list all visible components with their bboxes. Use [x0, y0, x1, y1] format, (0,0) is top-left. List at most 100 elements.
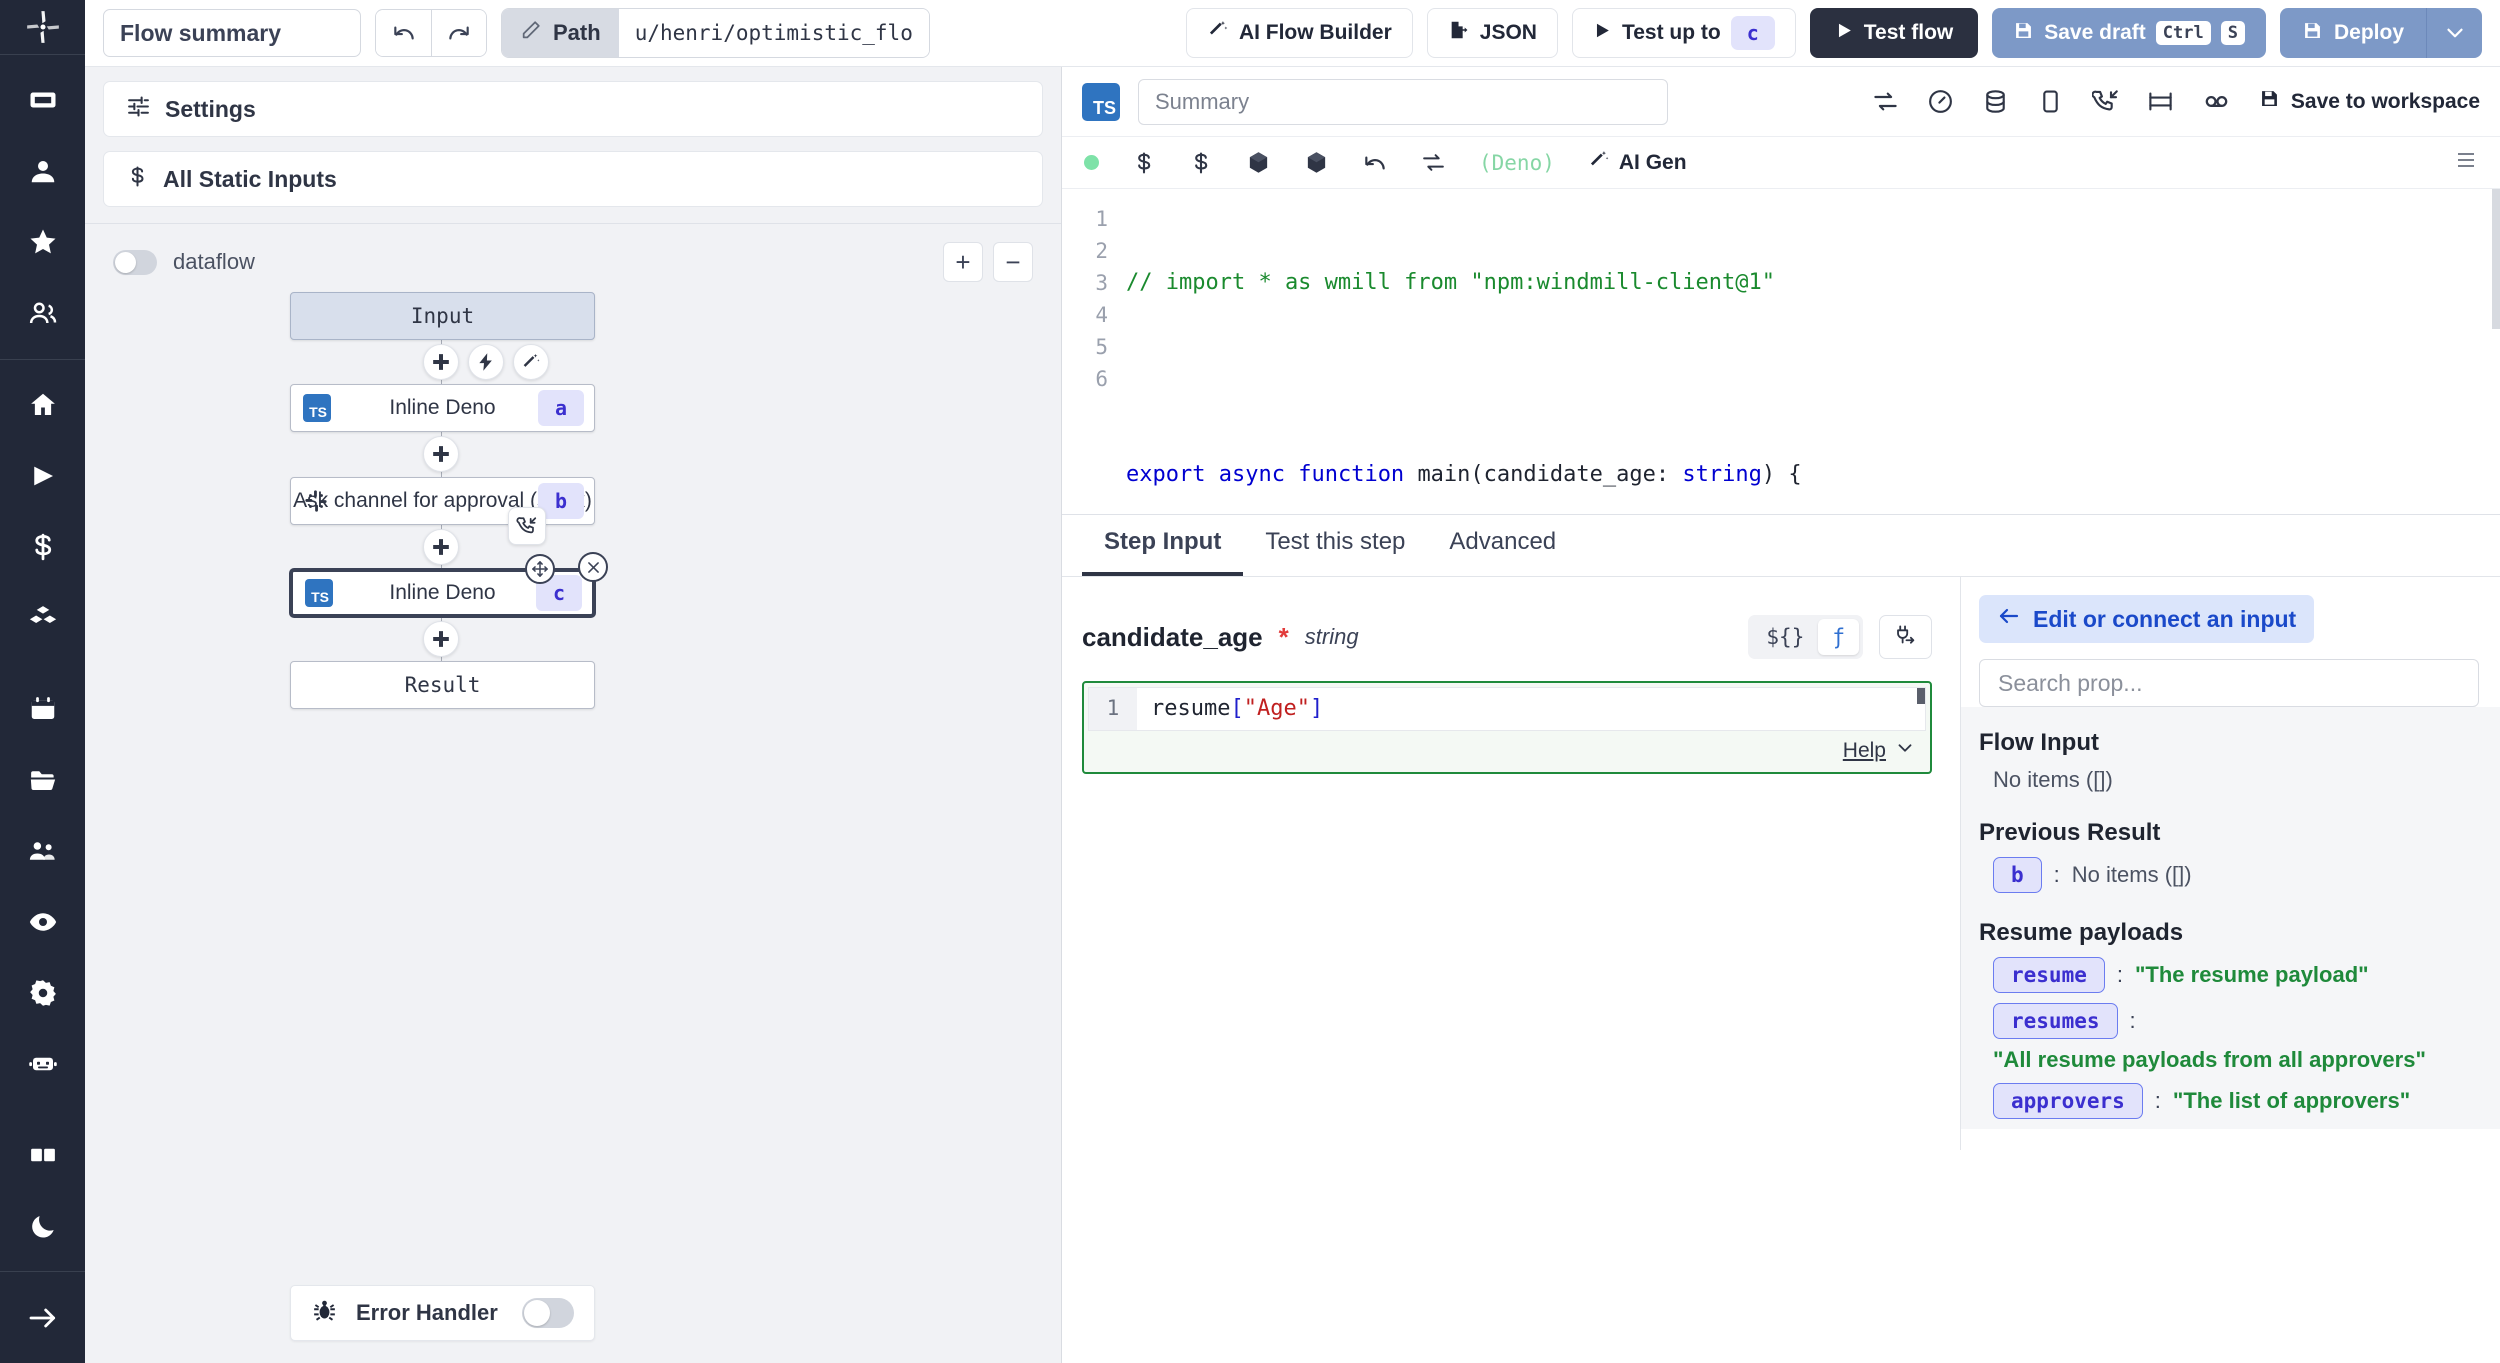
gauge-icon[interactable] — [1927, 88, 1954, 115]
zoom-out-button[interactable]: − — [993, 242, 1033, 282]
ai-add-step-button[interactable] — [513, 344, 549, 380]
zoom-in-button[interactable]: + — [943, 242, 983, 282]
code-content[interactable]: // import * as wmill from "npm:windmill-… — [1120, 189, 2500, 514]
sidebar-item-groups[interactable] — [0, 278, 85, 349]
expression-scrollbar[interactable] — [1917, 688, 1925, 704]
flow-node-input[interactable]: Input — [290, 292, 595, 340]
sidebar-item-user[interactable] — [0, 136, 85, 207]
settings-card[interactable]: Settings — [103, 81, 1043, 137]
flow-node-result[interactable]: Result — [290, 661, 595, 709]
save-to-workspace-button[interactable]: Save to workspace — [2259, 88, 2480, 115]
expression-identifier: resume — [1151, 696, 1230, 721]
runtime-label: (Deno) — [1479, 151, 1555, 175]
prop-pill-resumes[interactable]: resumes — [1993, 1003, 2118, 1039]
add-step-button[interactable] — [423, 621, 459, 657]
error-handler-card[interactable]: Error Handler — [290, 1285, 595, 1341]
code-vertical-scrollbar[interactable] — [2492, 189, 2500, 329]
prop-pill-approvers[interactable]: approvers — [1993, 1083, 2143, 1119]
tab-step-input[interactable]: Step Input — [1082, 528, 1243, 576]
edit-or-connect-input-button[interactable]: Edit or connect an input — [1979, 595, 2314, 643]
flow-node-a[interactable]: TS Inline Deno a — [290, 384, 595, 432]
sidebar-item-variables[interactable] — [0, 511, 85, 582]
ai-gen-button[interactable]: AI Gen — [1588, 149, 1687, 177]
move-node-handle[interactable] — [525, 554, 555, 584]
sidebar-item-favorites[interactable] — [0, 207, 85, 278]
connect-input-button[interactable] — [1879, 615, 1932, 659]
sidebar-item-ai[interactable] — [0, 1028, 85, 1099]
expression-mode-button[interactable]: ƒ — [1818, 619, 1859, 655]
test-up-to-step-chip[interactable]: c — [1731, 16, 1775, 50]
json-button[interactable]: JSON — [1427, 8, 1558, 58]
test-flow-button[interactable]: Test flow — [1810, 8, 1978, 58]
ts-icon: TS — [305, 579, 333, 607]
cassette-icon[interactable] — [2202, 87, 2231, 116]
refresh-icon[interactable] — [1421, 150, 1446, 175]
step-lower-area: candidate_age* string ${} ƒ — [1062, 577, 2500, 1150]
ai-flow-builder-button[interactable]: AI Flow Builder — [1186, 8, 1413, 58]
reset-icon[interactable] — [1872, 88, 1899, 115]
path-label-group[interactable]: Path — [502, 9, 619, 57]
deploy-button[interactable]: Deploy — [2280, 8, 2426, 58]
expression-code[interactable]: resume["Age"] — [1137, 688, 1323, 730]
sidebar-item-settings[interactable] — [0, 957, 85, 1028]
sidebar-item-folders[interactable] — [0, 744, 85, 815]
delete-node-button[interactable] — [578, 552, 608, 582]
add-trigger-button[interactable] — [468, 344, 504, 380]
redo-button[interactable] — [431, 10, 486, 56]
all-static-inputs-card[interactable]: All Static Inputs — [103, 151, 1043, 207]
save-draft-button[interactable]: Save draft Ctrl S — [1992, 8, 2266, 58]
lsp-status-dot — [1084, 155, 1099, 170]
static-mode-button[interactable]: ${} — [1752, 619, 1818, 655]
flow-node-b[interactable]: Ask channel for approval (slack) b — [290, 477, 595, 525]
prop-pill-b[interactable]: b — [1993, 857, 2042, 893]
suspend-approval-icon[interactable] — [508, 507, 546, 545]
add-step-button[interactable] — [423, 344, 459, 380]
layout-icon[interactable] — [2147, 88, 2174, 115]
test-up-to-button[interactable]: Test up to c — [1572, 8, 1796, 58]
sidebar-item-home[interactable] — [0, 369, 85, 440]
sliders-icon — [126, 94, 151, 125]
tab-advanced[interactable]: Advanced — [1427, 528, 1578, 576]
flow-node-badge[interactable]: a — [538, 390, 584, 426]
help-link[interactable]: Help — [1843, 739, 1886, 763]
path-value[interactable]: u/henri/optimistic_flo — [619, 9, 929, 57]
dollar-resource-icon[interactable] — [1189, 151, 1213, 175]
chevron-down-icon[interactable] — [1894, 737, 1916, 764]
chevron-down-icon[interactable] — [2426, 8, 2482, 58]
path-control[interactable]: Path u/henri/optimistic_flo — [501, 8, 930, 58]
expression-editor[interactable]: 1 resume["Age"] — [1088, 687, 1926, 731]
flow-summary-input[interactable]: Flow summary — [103, 9, 361, 57]
code-line-3: export async function main(candidate_age… — [1126, 459, 2500, 491]
database-icon[interactable] — [1982, 88, 2009, 115]
summary-input[interactable]: Summary — [1138, 79, 1668, 125]
sidebar-item-docs[interactable] — [0, 1119, 85, 1190]
code-editor[interactable]: 1 2 3 4 5 6 // import * as wmill from "n… — [1062, 189, 2500, 514]
tab-test-this-step[interactable]: Test this step — [1243, 528, 1427, 576]
phone-incoming-icon[interactable] — [2092, 88, 2119, 115]
search-prop-input[interactable]: Search prop... — [1979, 659, 2479, 707]
undo-button[interactable] — [376, 10, 431, 56]
undo-icon[interactable] — [1362, 150, 1388, 176]
sidebar-item-keyboard[interactable] — [0, 65, 85, 136]
prop-pill-resume[interactable]: resume — [1993, 957, 2105, 993]
editor-collapse-icon[interactable] — [2454, 148, 2478, 177]
cube-icon[interactable] — [1246, 150, 1271, 175]
dollar-icon[interactable] — [1132, 151, 1156, 175]
sidebar-item-runs[interactable] — [0, 440, 85, 511]
add-step-button[interactable] — [423, 529, 459, 565]
add-step-button[interactable] — [423, 436, 459, 472]
sidebar-item-theme[interactable] — [0, 1190, 85, 1261]
prop-value: No items ([]) — [2072, 862, 2192, 888]
cube-alt-icon[interactable] — [1304, 150, 1329, 175]
sidebar-item-workers[interactable] — [0, 815, 85, 886]
square-icon[interactable] — [2037, 88, 2064, 115]
rail-group-admin — [0, 663, 85, 1109]
windmill-logo-icon[interactable] — [0, 0, 85, 54]
sidebar-item-resources[interactable] — [0, 582, 85, 653]
sidebar-item-expand[interactable] — [0, 1282, 85, 1353]
sidebar-item-schedules[interactable] — [0, 673, 85, 744]
sidebar-item-audit[interactable] — [0, 886, 85, 957]
dataflow-toggle[interactable] — [113, 250, 157, 275]
prop-value-resumes: "All resume payloads from all approvers" — [1979, 1039, 2482, 1073]
error-handler-toggle[interactable] — [522, 1298, 574, 1328]
